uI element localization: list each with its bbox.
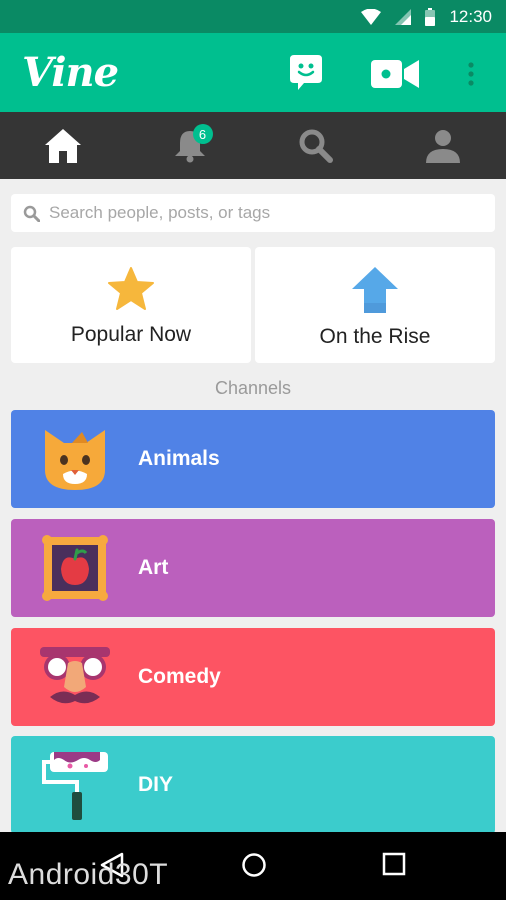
paint-roller-icon: [41, 752, 108, 820]
popular-now-card[interactable]: Popular Now: [11, 247, 251, 363]
vine-logo: Vine: [22, 49, 119, 96]
tab-profile[interactable]: [380, 112, 506, 179]
on-the-rise-label: On the Rise: [319, 325, 431, 348]
tab-bar: 6: [0, 112, 506, 179]
channel-art-label: Art: [138, 556, 169, 579]
recents-button[interactable]: [382, 852, 406, 881]
framed-apple-icon: [41, 535, 108, 601]
search-icon: [23, 205, 40, 222]
tab-notifications[interactable]: 6: [127, 112, 254, 179]
app-bar: Vine: [0, 33, 506, 112]
channel-animals[interactable]: Animals: [11, 410, 495, 508]
recents-icon: [382, 852, 406, 876]
messages-button[interactable]: [290, 55, 322, 96]
notification-count-badge: 6: [192, 124, 213, 144]
channels-heading: Channels: [214, 378, 292, 398]
on-the-rise-card[interactable]: On the Rise: [255, 247, 495, 363]
channel-diy[interactable]: DIY: [11, 736, 495, 834]
status-bar: 12:30: [0, 0, 506, 33]
cat-icon: [44, 430, 105, 490]
channel-comedy[interactable]: Comedy: [11, 628, 495, 726]
overflow-menu-button[interactable]: [467, 62, 475, 91]
status-time: 12:30: [449, 6, 492, 26]
messages-icon: [290, 55, 322, 90]
search-box[interactable]: [11, 194, 495, 232]
cell-signal-icon: [395, 8, 412, 25]
video-camera-icon: [371, 60, 419, 88]
home-icon: [45, 128, 82, 163]
more-vert-icon: [468, 62, 474, 86]
channel-animals-label: Animals: [138, 447, 220, 470]
arrow-up-icon: [352, 267, 398, 313]
wifi-icon: [361, 8, 382, 25]
channel-diy-label: DIY: [138, 773, 174, 796]
featured-cards: Popular Now On the Rise: [11, 247, 495, 363]
tab-search[interactable]: [253, 112, 380, 179]
search-input[interactable]: [49, 203, 495, 223]
watermark: Android30T: [8, 858, 169, 891]
home-circle-icon: [242, 853, 266, 877]
channel-comedy-label: Comedy: [138, 665, 221, 688]
record-video-button[interactable]: [371, 60, 419, 93]
home-button[interactable]: [241, 852, 267, 883]
channel-art[interactable]: Art: [11, 519, 495, 617]
tab-home[interactable]: [0, 112, 127, 179]
search-icon: [299, 129, 334, 163]
battery-icon: [425, 7, 436, 26]
star-icon: [108, 267, 154, 310]
profile-icon: [425, 129, 460, 163]
popular-now-label: Popular Now: [70, 323, 192, 346]
disguise-glasses-icon: [39, 647, 110, 704]
